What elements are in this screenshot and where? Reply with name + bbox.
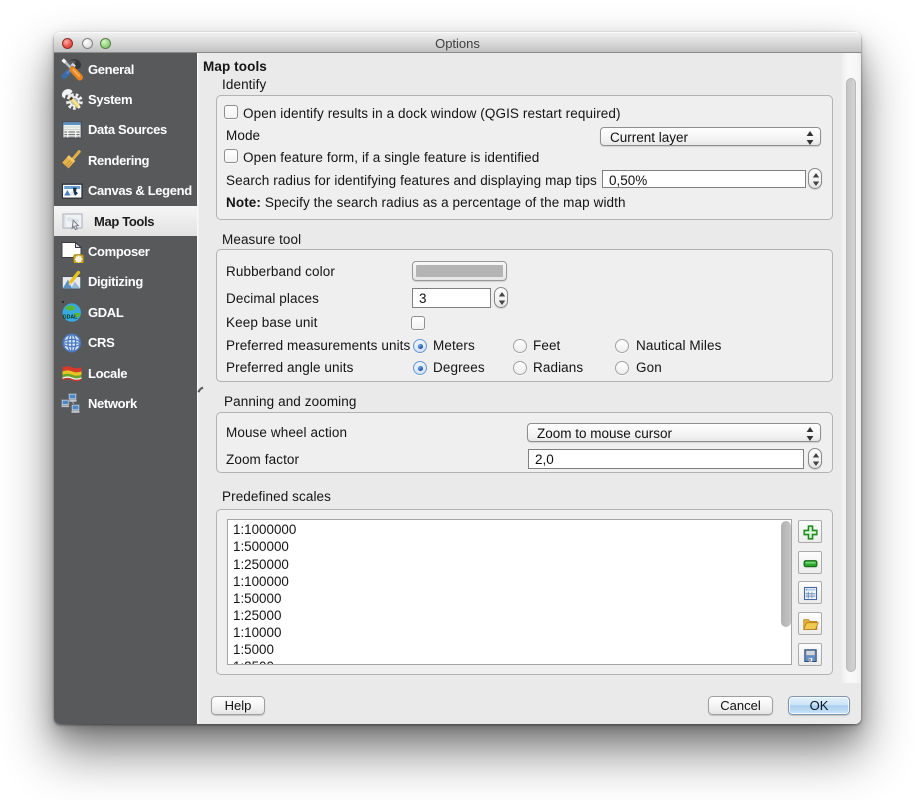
svg-text:GDAL: GDAL bbox=[63, 315, 79, 321]
